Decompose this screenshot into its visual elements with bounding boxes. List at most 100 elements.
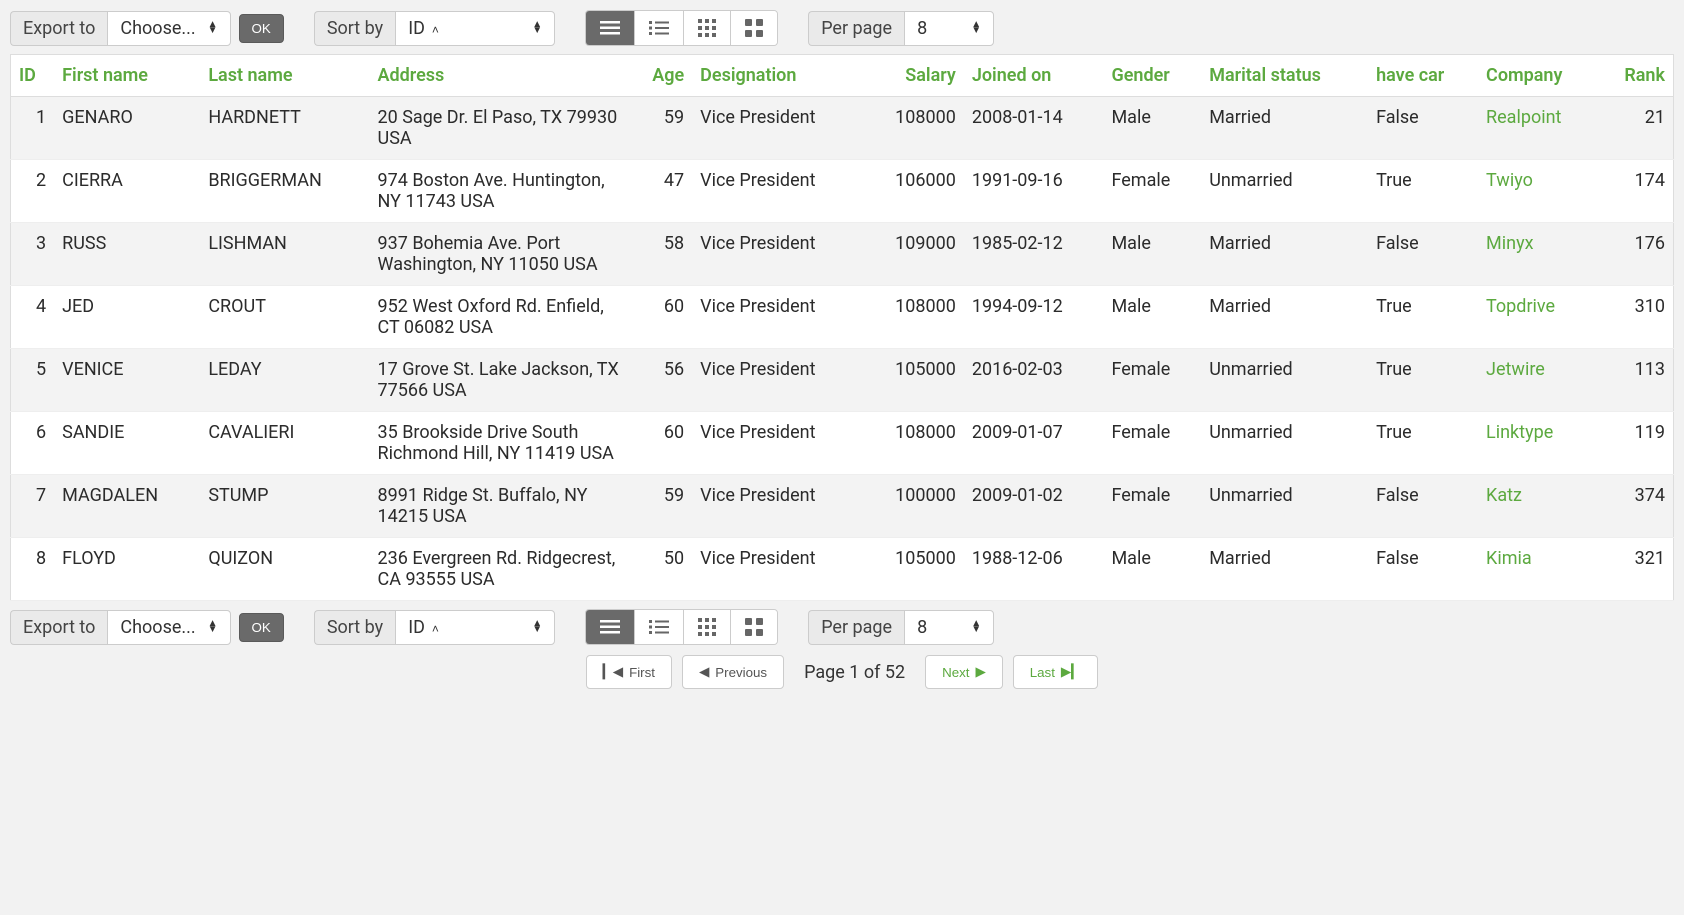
cell-first-name: CIERRA [54, 160, 200, 223]
sort-group-bottom: Sort by ID ˄ ▲▼ [314, 610, 555, 645]
col-designation[interactable]: Designation [692, 55, 864, 97]
col-rank[interactable]: Rank [1599, 55, 1674, 97]
caret-updown-icon: ▲▼ [208, 22, 218, 34]
col-gender[interactable]: Gender [1103, 55, 1201, 97]
cell-have-car: True [1368, 286, 1478, 349]
col-address[interactable]: Address [370, 55, 630, 97]
export-ok-button[interactable]: OK [239, 14, 284, 43]
view-list-button[interactable] [586, 610, 635, 644]
col-salary[interactable]: Salary [864, 55, 964, 97]
perpage-label: Per page [808, 610, 904, 645]
cell-joined-on: 1988-12-06 [964, 538, 1104, 601]
cell-marital-status: Married [1201, 97, 1368, 160]
sort-select[interactable]: ID ˄ ▲▼ [395, 11, 555, 46]
previous-page-button[interactable]: ◀ Previous [682, 655, 784, 689]
cell-have-car: False [1368, 223, 1478, 286]
view-detail-button[interactable] [635, 11, 684, 45]
cell-salary: 109000 [864, 223, 964, 286]
cell-address: 952 West Oxford Rd. Enfield, CT 06082 US… [370, 286, 630, 349]
cell-designation: Vice President [692, 412, 864, 475]
caret-updown-icon: ▲▼ [208, 621, 218, 633]
col-age[interactable]: Age [630, 55, 693, 97]
perpage-select[interactable]: 8 ▲▼ [904, 610, 994, 645]
cell-gender: Male [1103, 97, 1201, 160]
cell-company[interactable]: Linktype [1478, 412, 1599, 475]
cell-company[interactable]: Kimia [1478, 538, 1599, 601]
export-group-bottom: Export to Choose... ▲▼ OK [10, 610, 284, 645]
last-icon: ▶▎ [1061, 664, 1082, 680]
cell-first-name: JED [54, 286, 200, 349]
cell-gender: Male [1103, 286, 1201, 349]
cell-id: 1 [11, 97, 55, 160]
table-row: 7MAGDALENSTUMP8991 Ridge St. Buffalo, NY… [11, 475, 1674, 538]
cell-company[interactable]: Jetwire [1478, 349, 1599, 412]
next-page-button[interactable]: Next ▶ [925, 655, 1003, 689]
cell-designation: Vice President [692, 475, 864, 538]
view-list-button[interactable] [586, 11, 635, 45]
cell-have-car: True [1368, 349, 1478, 412]
view-grid-small-button[interactable] [684, 610, 731, 644]
cell-salary: 100000 [864, 475, 964, 538]
cell-last-name: CROUT [200, 286, 369, 349]
view-mode-group [585, 10, 778, 46]
cell-company[interactable]: Realpoint [1478, 97, 1599, 160]
cell-rank: 176 [1599, 223, 1674, 286]
cell-designation: Vice President [692, 538, 864, 601]
cell-marital-status: Married [1201, 223, 1368, 286]
col-first-name[interactable]: First name [54, 55, 200, 97]
cell-gender: Female [1103, 475, 1201, 538]
last-page-button[interactable]: Last ▶▎ [1013, 655, 1099, 689]
view-detail-button[interactable] [635, 610, 684, 644]
cell-age: 50 [630, 538, 693, 601]
cell-id: 4 [11, 286, 55, 349]
view-grid-small-button[interactable] [684, 11, 731, 45]
cell-marital-status: Unmarried [1201, 160, 1368, 223]
cell-last-name: CAVALIERI [200, 412, 369, 475]
cell-salary: 108000 [864, 97, 964, 160]
sort-select[interactable]: ID ˄ ▲▼ [395, 610, 555, 645]
col-company[interactable]: Company [1478, 55, 1599, 97]
cell-last-name: QUIZON [200, 538, 369, 601]
col-last-name[interactable]: Last name [200, 55, 369, 97]
cell-joined-on: 1991-09-16 [964, 160, 1104, 223]
perpage-select[interactable]: 8 ▲▼ [904, 11, 994, 46]
view-grid-large-button[interactable] [731, 610, 777, 644]
cell-have-car: True [1368, 160, 1478, 223]
sort-select-value: ID ˄ [408, 18, 439, 39]
export-select[interactable]: Choose... ▲▼ [107, 610, 230, 645]
table-row: 1GENAROHARDNETT20 Sage Dr. El Paso, TX 7… [11, 97, 1674, 160]
cell-designation: Vice President [692, 223, 864, 286]
col-have-car[interactable]: have car [1368, 55, 1478, 97]
col-marital-status[interactable]: Marital status [1201, 55, 1368, 97]
cell-company[interactable]: Minyx [1478, 223, 1599, 286]
detail-list-icon [649, 20, 669, 36]
cell-company[interactable]: Katz [1478, 475, 1599, 538]
col-joined-on[interactable]: Joined on [964, 55, 1104, 97]
view-grid-large-button[interactable] [731, 11, 777, 45]
cell-rank: 113 [1599, 349, 1674, 412]
export-ok-button[interactable]: OK [239, 613, 284, 642]
caret-updown-icon: ▲▼ [532, 621, 542, 633]
cell-id: 5 [11, 349, 55, 412]
cell-first-name: MAGDALEN [54, 475, 200, 538]
first-page-button[interactable]: ▎◀ First [586, 655, 672, 689]
sortby-label: Sort by [314, 610, 395, 645]
col-id[interactable]: ID [11, 55, 55, 97]
first-label: First [629, 665, 655, 680]
cell-last-name: LISHMAN [200, 223, 369, 286]
perpage-label: Per page [808, 11, 904, 46]
cell-company[interactable]: Twiyo [1478, 160, 1599, 223]
cell-marital-status: Unmarried [1201, 349, 1368, 412]
cell-rank: 310 [1599, 286, 1674, 349]
cell-have-car: False [1368, 475, 1478, 538]
cell-address: 20 Sage Dr. El Paso, TX 79930 USA [370, 97, 630, 160]
cell-id: 2 [11, 160, 55, 223]
export-select[interactable]: Choose... ▲▼ [107, 11, 230, 46]
table-row: 2CIERRABRIGGERMAN974 Boston Ave. Hunting… [11, 160, 1674, 223]
next-label: Next [942, 665, 969, 680]
next-icon: ▶ [975, 664, 985, 680]
cell-have-car: False [1368, 538, 1478, 601]
cell-company[interactable]: Topdrive [1478, 286, 1599, 349]
cell-have-car: False [1368, 97, 1478, 160]
caret-updown-icon: ▲▼ [971, 22, 981, 34]
